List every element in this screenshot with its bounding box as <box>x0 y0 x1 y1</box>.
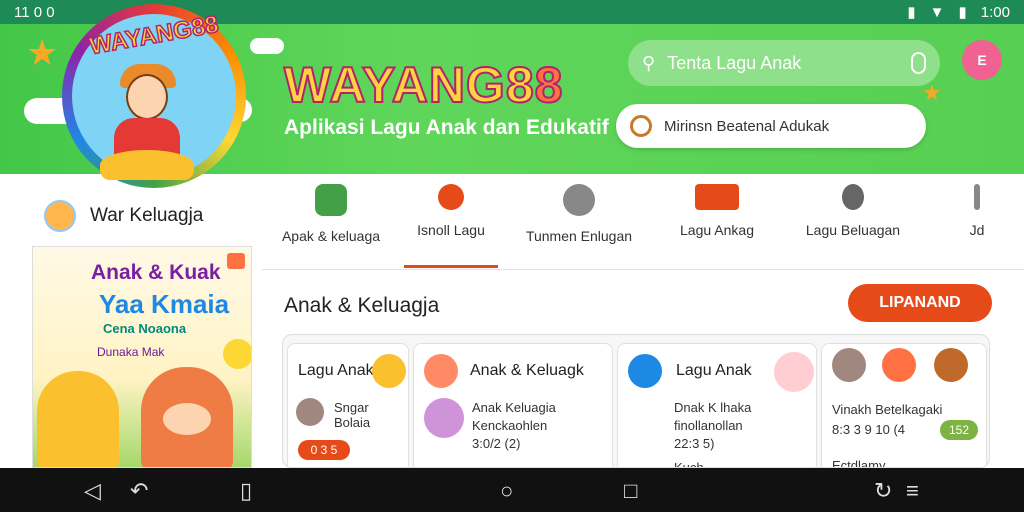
item-meta: 22:3 5) <box>674 436 715 451</box>
item-subtitle: finollanollan <box>674 418 743 433</box>
item-title: Vinakh Betelkagaki <box>832 402 943 417</box>
item-title: Anak Keluagia <box>472 400 556 415</box>
recents-icon[interactable]: □ <box>624 478 637 504</box>
card-title: Anak & Keluagk <box>470 362 584 379</box>
bear-thumbnail <box>832 348 866 382</box>
item-foot: Ectdlamy <box>832 458 886 468</box>
brand-title: WAYANG88 <box>283 56 564 114</box>
tab-lagu-ankag[interactable]: Lagu Ankag <box>652 184 782 238</box>
card-thumbnail <box>774 352 814 392</box>
chart-icon <box>315 184 347 216</box>
back-icon[interactable]: ◁ <box>84 478 101 504</box>
song-card[interactable]: Lagu Anak Dnak K lhaka finollanollan 22:… <box>617 343 817 468</box>
search-bar[interactable]: ⚲ <box>628 40 940 86</box>
music-note-icon <box>842 184 864 210</box>
secondary-search-text: Mirinsn Beatenal Adukak <box>664 117 830 135</box>
more-button[interactable]: LIPANAND <box>848 284 992 322</box>
item-meta: 8:3 3 9 10 (4 <box>832 422 905 437</box>
category-tabs: Apak & keluaga Isnoll Lagu Tunmen Enluga… <box>262 174 1024 270</box>
card-thumbnail <box>372 354 406 388</box>
brand-tagline: Aplikasi Lagu Anak dan Edukatif <box>284 116 609 139</box>
song-card[interactable]: Lagu Anak Sngar Bolaia 0 3 5 <box>287 343 409 467</box>
search-input[interactable] <box>667 52 900 74</box>
badge-icon <box>227 253 245 269</box>
song-card[interactable]: Anak & Keluagk Anak Keluagia Kenckaohlen… <box>413 343 613 467</box>
star-icon: ★ <box>26 32 59 73</box>
section-title: Anak & Keluagja <box>284 294 440 317</box>
search-icon: ⚲ <box>642 52 656 73</box>
promo-banner[interactable]: Anak & Kuak Yaa Kmaia Cena Noaona Dunaka… <box>32 246 252 468</box>
square-icon[interactable]: ▯ <box>240 478 252 504</box>
card-thumbnail <box>424 354 458 388</box>
search-icon <box>630 115 652 137</box>
vibrate-icon: ▮ <box>907 4 916 21</box>
count-chip: 152 <box>940 420 978 440</box>
cloud-decoration <box>250 38 284 54</box>
video-icon <box>695 184 739 210</box>
tab-isnoll-lagu[interactable]: Isnoll Lagu <box>404 184 498 268</box>
more-vert-icon <box>974 184 980 210</box>
dog-thumbnail <box>934 348 968 382</box>
promo-line4: Dunaka Mak <box>97 345 165 359</box>
monkey-thumbnail <box>296 398 324 426</box>
home-icon[interactable]: ○ <box>500 478 513 504</box>
item-foot: Kuch <box>674 460 704 468</box>
tab-apak-keluaga[interactable]: Apak & keluaga <box>266 184 396 244</box>
tab-more[interactable]: Jd <box>932 184 1022 238</box>
song-card[interactable]: Vinakh Betelkagaki 8:3 3 9 10 (4 152 Ect… <box>821 343 987 468</box>
voice-search-icon[interactable] <box>911 52 926 74</box>
profile-item[interactable]: War Keluagja <box>44 200 203 232</box>
menu-icon[interactable]: ≡ <box>906 478 919 504</box>
tab-lagu-beluagan[interactable]: Lagu Beluagan <box>788 184 918 238</box>
chat-icon <box>563 184 595 216</box>
card-list: Lagu Anak Sngar Bolaia 0 3 5 Anak & Kelu… <box>282 334 990 468</box>
sidebar: War Keluagja Anak & Kuak Yaa Kmaia Cena … <box>0 174 262 468</box>
wifi-icon: ▼ <box>929 3 945 21</box>
tab-tunmen-enlugan[interactable]: Tunmen Enlugan <box>514 184 644 244</box>
status-left: 11 0 0 <box>14 3 55 21</box>
item-title: Sngar Bolaia <box>334 400 371 430</box>
secondary-search[interactable]: Mirinsn Beatenal Adukak <box>616 104 926 148</box>
sun-icon <box>223 339 251 369</box>
avatar[interactable]: E <box>962 40 1002 80</box>
card-title: Lagu Anak <box>298 362 374 379</box>
card-thumbnail <box>628 354 662 388</box>
lion-illustration <box>37 371 119 467</box>
item-title: Dnak K lhaka <box>674 400 752 415</box>
profile-name: War Keluagja <box>90 205 204 226</box>
promo-line1: Anak & Kuak <box>91 261 221 284</box>
rotate-icon[interactable]: ↻ <box>874 478 892 504</box>
app-logo: WAYANG88 <box>62 4 246 188</box>
battery-icon: ▮ <box>958 4 967 21</box>
card-title: Lagu Anak <box>676 362 752 379</box>
count-chip: 0 3 5 <box>298 440 350 460</box>
clock: 1:00 <box>980 3 1010 21</box>
undo-icon[interactable]: ↶ <box>130 478 148 504</box>
system-nav-bar: ◁ ↶ ▯ ○ □ ↻ ≡ <box>0 468 1024 512</box>
fox-thumbnail <box>882 348 916 382</box>
promo-line2: Yaa Kmaia <box>99 289 230 319</box>
item-meta: 3:0/2 (2) <box>472 436 521 451</box>
location-pin-icon <box>438 184 464 210</box>
profile-avatar <box>44 200 76 232</box>
bear-illustration <box>141 367 233 467</box>
item-subtitle: Kenckaohlen <box>472 418 548 433</box>
promo-line3: Cena Noaona <box>103 321 187 336</box>
card-thumbnail <box>424 398 464 438</box>
